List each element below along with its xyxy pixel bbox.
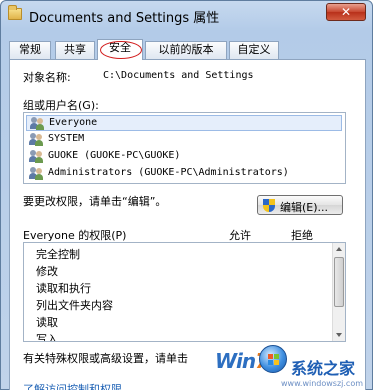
- user-icon: [29, 150, 44, 163]
- tab-security-label: 安全: [109, 41, 131, 54]
- permission-row: 修改: [36, 265, 58, 278]
- tab-security[interactable]: 安全: [97, 39, 143, 60]
- tab-sharing[interactable]: 共享: [55, 41, 95, 59]
- allow-header: 允许: [229, 229, 251, 242]
- tab-customize[interactable]: 自定义: [229, 41, 279, 59]
- edit-button-label: 编辑(E)...: [280, 201, 329, 214]
- change-permissions-text: 要更改权限，请单击“编辑”。: [23, 195, 167, 208]
- user-name: Administrators (GUOKE-PC\Administrators): [48, 167, 289, 178]
- windows-orb-icon: [259, 345, 287, 373]
- watermark: Win7 系统之家 www.windowszj.com: [215, 345, 373, 390]
- properties-window: Documents and Settings 属性 ✕ 常规 共享 安全 以前的…: [0, 0, 373, 390]
- users-group-icon: [29, 167, 44, 180]
- permission-row: 写入: [36, 333, 58, 342]
- groups-label: 组或用户名(G):: [23, 99, 99, 112]
- close-button[interactable]: ✕: [326, 3, 366, 21]
- special-permissions-text: 有关特殊权限或高级设置，请单击: [23, 352, 188, 365]
- user-row-system[interactable]: SYSTEM: [26, 132, 342, 148]
- window-title: Documents and Settings 属性: [29, 11, 220, 26]
- user-name: Everyone: [49, 117, 98, 128]
- permissions-list[interactable]: 完全控制 修改 读取和执行 列出文件夹内容 读取 写入: [23, 242, 346, 342]
- edit-button[interactable]: 编辑(E)...: [257, 195, 343, 215]
- permission-row: 完全控制: [36, 248, 80, 261]
- user-name: GUOKE (GUOKE-PC\GUOKE): [48, 150, 181, 161]
- permission-row: 列出文件夹内容: [36, 299, 113, 312]
- user-name: SYSTEM: [48, 133, 85, 144]
- scroll-thumb[interactable]: [334, 257, 344, 307]
- tab-previous-versions[interactable]: 以前的版本: [145, 41, 227, 59]
- title-bar[interactable]: Documents and Settings 属性 ✕: [1, 1, 372, 31]
- users-group-icon: [30, 117, 45, 130]
- user-row-guoke[interactable]: GUOKE (GUOKE-PC\GUOKE): [26, 149, 342, 165]
- tab-general[interactable]: 常规: [9, 41, 51, 59]
- object-name-value: C:\Documents and Settings: [103, 70, 254, 81]
- permission-row: 读取和执行: [36, 282, 91, 295]
- users-group-icon: [29, 133, 44, 146]
- scroll-down-icon[interactable]: [336, 333, 342, 337]
- folder-icon: [8, 5, 22, 20]
- scroll-up-icon[interactable]: [336, 247, 342, 251]
- watermark-url: www.windowszj.com: [281, 379, 364, 388]
- uac-shield-icon: [263, 199, 275, 212]
- object-name-label: 对象名称:: [23, 71, 71, 84]
- learn-link[interactable]: 了解访问控制和权限: [23, 381, 122, 390]
- permission-row: 读取: [36, 316, 58, 329]
- user-row-administrators[interactable]: Administrators (GUOKE-PC\Administrators): [26, 166, 342, 182]
- users-list[interactable]: Everyone SYSTEM GUOKE (GUOKE-PC\GUOKE) A…: [23, 112, 346, 184]
- deny-header: 拒绝: [291, 229, 313, 242]
- permissions-scrollbar[interactable]: [332, 243, 345, 341]
- watermark-site-name: 系统之家: [291, 359, 356, 378]
- user-row-everyone[interactable]: Everyone: [26, 115, 342, 131]
- permissions-label: Everyone 的权限(P): [23, 229, 127, 242]
